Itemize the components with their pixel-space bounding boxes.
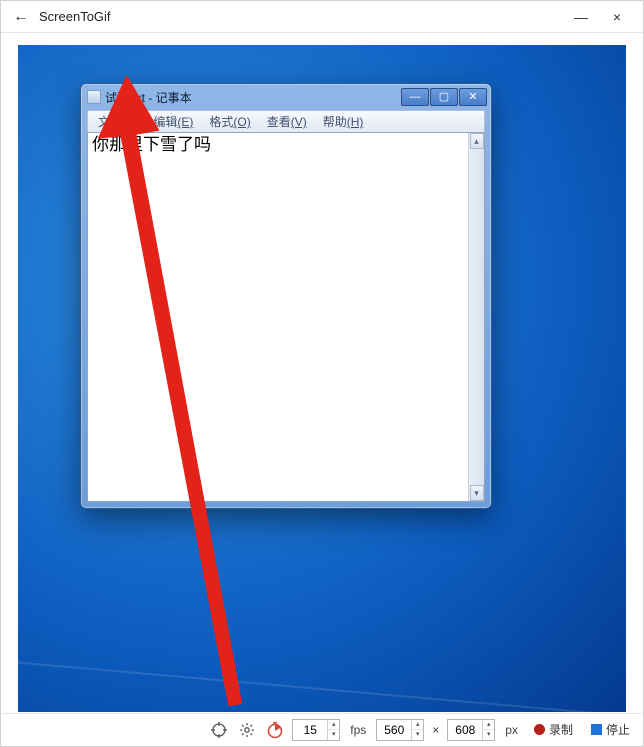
dimension-times: × xyxy=(430,723,441,737)
notepad-titlebar[interactable]: 试验.txt - 记事本 — ▢ ✕ xyxy=(81,84,491,110)
fps-value[interactable] xyxy=(293,723,327,737)
app-titlebar: ← ScreenToGif — × xyxy=(1,1,643,33)
width-input[interactable]: ▴ ▾ xyxy=(376,719,424,741)
notepad-close-button[interactable]: ✕ xyxy=(459,88,487,106)
app-title: ScreenToGif xyxy=(39,9,111,24)
notepad-menu-bar: 文件(F) 编辑(E) 格式(O) 查看(V) 帮助(H) xyxy=(87,110,485,132)
fps-step-down[interactable]: ▾ xyxy=(328,730,339,740)
notepad-app-icon xyxy=(87,90,101,104)
stop-button[interactable]: 停止 xyxy=(585,719,636,741)
record-icon xyxy=(534,724,545,735)
notepad-minimize-button[interactable]: — xyxy=(401,88,429,106)
fps-input[interactable]: ▴ ▾ xyxy=(292,719,340,741)
notepad-body: 你那里下雪了吗 ▴ ▾ xyxy=(87,132,485,502)
recorder-toolbar: ▴ ▾ fps ▴ ▾ × ▴ ▾ px 录制 停止 xyxy=(2,713,642,745)
height-input[interactable]: ▴ ▾ xyxy=(447,719,495,741)
capture-viewport: 试验.txt - 记事本 — ▢ ✕ 文件(F) 编辑(E) 格式(O) 查看(… xyxy=(18,45,626,712)
record-button[interactable]: 录制 xyxy=(528,719,579,741)
menu-format[interactable]: 格式(O) xyxy=(203,111,256,132)
stop-icon xyxy=(591,724,602,735)
width-value[interactable] xyxy=(377,723,411,737)
fps-step-up[interactable]: ▴ xyxy=(328,720,339,730)
notepad-window-controls: — ▢ ✕ xyxy=(401,88,487,106)
menu-file[interactable]: 文件(F) xyxy=(92,111,143,132)
width-step-up[interactable]: ▴ xyxy=(412,720,423,730)
scroll-up-button[interactable]: ▴ xyxy=(470,133,484,149)
height-value[interactable] xyxy=(448,723,482,737)
desktop-decor xyxy=(18,525,626,712)
height-step-up[interactable]: ▴ xyxy=(483,720,494,730)
record-label: 录制 xyxy=(549,721,573,738)
menu-edit[interactable]: 编辑(E) xyxy=(147,111,199,132)
gear-icon[interactable] xyxy=(236,719,258,741)
notepad-maximize-button[interactable]: ▢ xyxy=(430,88,458,106)
app-minimize-button[interactable]: — xyxy=(563,1,599,32)
notepad-title: 试验.txt - 记事本 xyxy=(105,89,192,106)
back-button[interactable]: ← xyxy=(9,8,33,26)
timer-icon[interactable] xyxy=(264,719,286,741)
scroll-down-button[interactable]: ▾ xyxy=(470,485,484,501)
px-label: px xyxy=(501,723,522,737)
crosshair-icon[interactable] xyxy=(208,719,230,741)
menu-view[interactable]: 查看(V) xyxy=(261,111,313,132)
stop-label: 停止 xyxy=(606,721,630,738)
menu-help[interactable]: 帮助(H) xyxy=(317,111,370,132)
fps-label: fps xyxy=(346,723,370,737)
height-step-down[interactable]: ▾ xyxy=(483,730,494,740)
app-close-button[interactable]: × xyxy=(599,1,635,32)
notepad-scrollbar[interactable]: ▴ ▾ xyxy=(468,133,484,501)
notepad-window[interactable]: 试验.txt - 记事本 — ▢ ✕ 文件(F) 编辑(E) 格式(O) 查看(… xyxy=(80,83,492,509)
width-step-down[interactable]: ▾ xyxy=(412,730,423,740)
notepad-text-area[interactable]: 你那里下雪了吗 xyxy=(88,133,468,501)
app-window: ← ScreenToGif — × 试验.txt - 记事本 — ▢ ✕ 文件(… xyxy=(0,0,644,747)
